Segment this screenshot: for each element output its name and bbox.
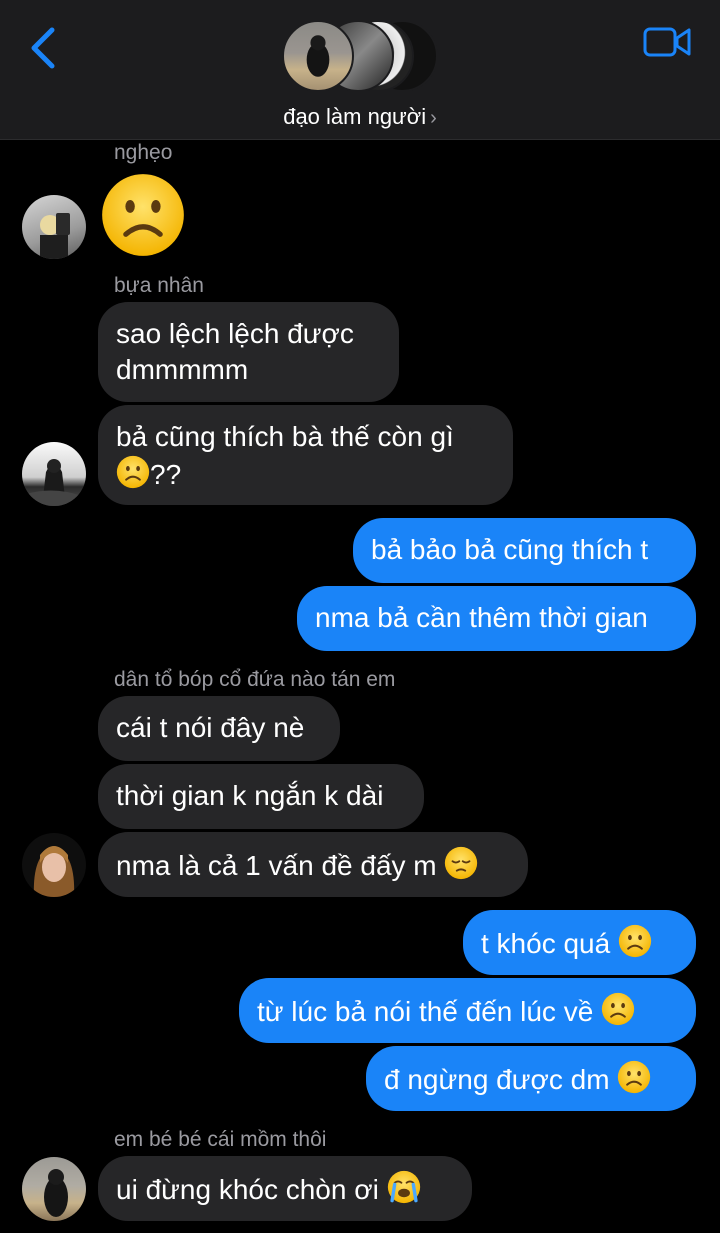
avatar[interactable]	[22, 195, 86, 259]
message-bubble[interactable]: thời gian k ngắn k dài	[98, 764, 424, 829]
message-bubble[interactable]: nma là cả 1 vấn đề đấy m	[98, 832, 528, 897]
message-text: ??	[150, 459, 182, 490]
sender-name: nghẹo	[114, 141, 173, 164]
video-call-icon[interactable]	[643, 24, 691, 60]
message-bubble[interactable]: ui đừng khóc chòn ơi	[98, 1156, 472, 1221]
message-text: cái t nói đây nè	[116, 712, 305, 743]
message-bubble[interactable]: sao lệch lệch được dmmmmm	[98, 302, 399, 402]
group-avatar-stack[interactable]	[282, 20, 442, 96]
frowning-face-emoji	[617, 1060, 651, 1094]
message-text: thời gian k ngắn k dài	[116, 780, 384, 811]
sender-name: dân tổ bóp cổ đứa nào tán em	[114, 668, 396, 691]
avatar[interactable]	[22, 1157, 86, 1221]
frowning-face-emoji	[618, 924, 652, 958]
message-text: nma là cả 1 vấn đề đấy m	[116, 850, 437, 881]
message-text: từ lúc bả nói thế đến lúc về	[257, 996, 594, 1027]
message-text: t khóc quá	[481, 928, 611, 959]
avatar[interactable]	[22, 442, 86, 506]
message-text: bả cũng thích bà thế còn gì	[116, 421, 454, 452]
frowning-face-emoji[interactable]	[100, 172, 186, 258]
conversation-header: đạo làm người ›	[0, 0, 720, 140]
avatar[interactable]	[22, 833, 86, 897]
message-text: nma bả cần thêm thời gian	[315, 602, 648, 633]
message-bubble[interactable]: cái t nói đây nè	[98, 696, 340, 761]
message-bubble[interactable]: nma bả cần thêm thời gian	[297, 586, 696, 651]
group-member-avatar	[282, 20, 354, 92]
crying-face-emoji	[387, 1170, 421, 1204]
message-bubble[interactable]: t khóc quá	[463, 910, 696, 975]
pensive-face-emoji	[444, 846, 478, 880]
frowning-face-emoji	[116, 455, 150, 489]
frowning-face-emoji	[601, 992, 635, 1026]
message-bubble[interactable]: bả cũng thích bà thế còn gì ??	[98, 405, 513, 505]
sender-name: em bé bé cái mồm thôi	[114, 1128, 327, 1151]
chevron-right-icon: ›	[430, 107, 437, 129]
sender-name: bựa nhân	[114, 274, 204, 297]
message-bubble[interactable]: từ lúc bả nói thế đến lúc về	[239, 978, 696, 1043]
group-name[interactable]: đạo làm người ›	[0, 104, 720, 130]
message-text: dmmmmm	[116, 354, 249, 385]
message-text: sao lệch lệch được	[116, 318, 354, 349]
message-text: ui đừng khóc chòn ơi	[116, 1174, 379, 1205]
message-bubble[interactable]: bả bảo bả cũng thích t	[353, 518, 696, 583]
message-text: đ ngừng được dm	[384, 1064, 610, 1095]
group-name-label: đạo làm người	[283, 104, 427, 129]
back-chevron-icon[interactable]	[26, 26, 66, 70]
message-bubble[interactable]: đ ngừng được dm	[366, 1046, 696, 1111]
message-text: bả bảo bả cũng thích t	[371, 534, 649, 565]
